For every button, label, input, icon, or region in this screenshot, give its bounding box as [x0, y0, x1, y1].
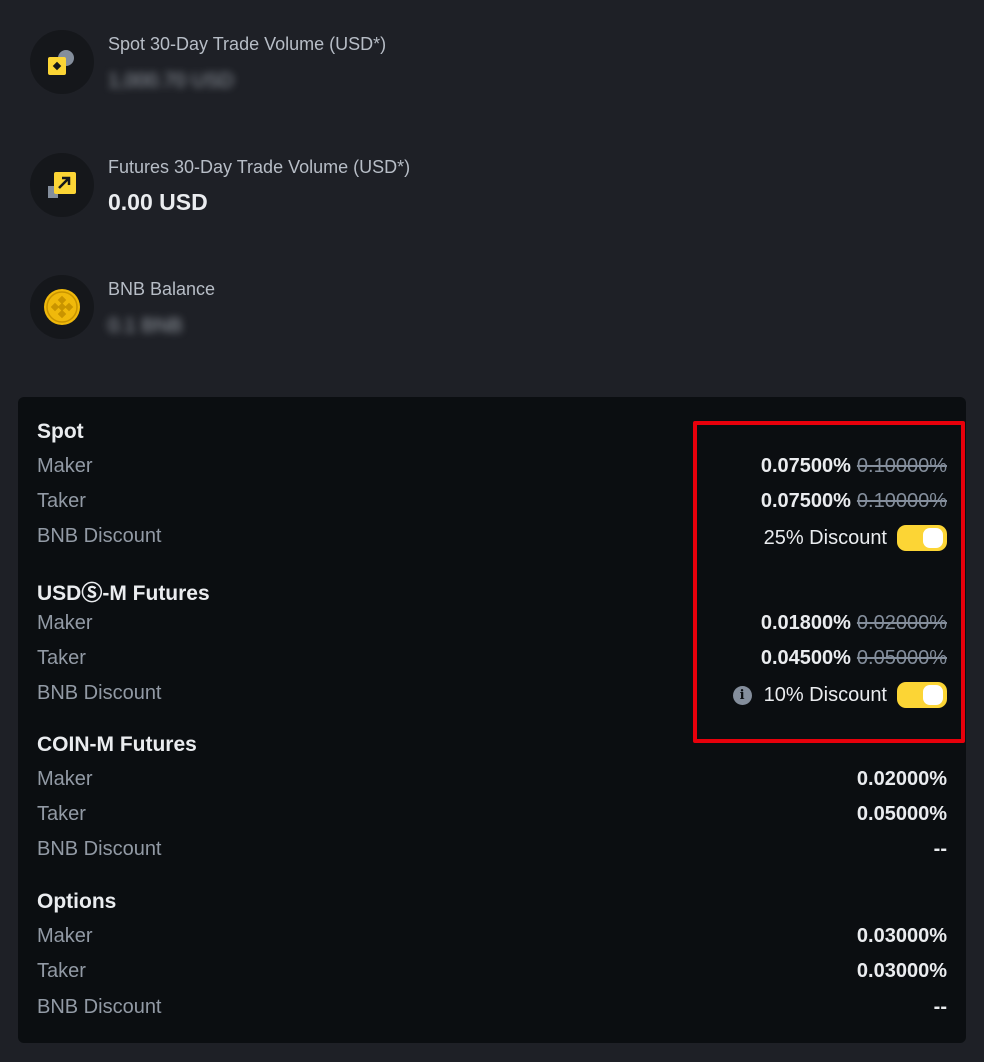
bnb-balance-label: BNB Balance: [108, 279, 216, 299]
fee-rates-panel: Spot Maker 0.07500% 0.10000% Taker 0.075…: [18, 397, 966, 1043]
spot-taker-rate: 0.07500%: [760, 490, 851, 512]
futures-volume-label: Futures 30-Day Trade Volume (USD*): [108, 157, 411, 177]
row-label: Maker: [37, 455, 93, 477]
row-label: BNB Discount: [37, 996, 162, 1018]
spot-maker-rate: 0.07500%: [760, 455, 851, 477]
coinm-maker-row: Maker 0.02000%: [37, 765, 947, 795]
spot-bnb-discount-value: 25% Discount: [763, 526, 887, 549]
spot-maker-original-rate: 0.10000%: [856, 455, 947, 477]
coinm-maker-rate: 0.02000%: [856, 768, 947, 790]
spot-volume-stat: Spot 30-Day Trade Volume (USD*) 1,000.70…: [30, 30, 630, 100]
row-label: Maker: [37, 925, 93, 947]
futures-volume-stat: Futures 30-Day Trade Volume (USD*) 0.00 …: [30, 153, 630, 223]
usdm-maker-rate: 0.01800%: [760, 612, 851, 634]
spot-taker-row: Taker 0.07500% 0.10000%: [37, 487, 947, 517]
spot-bnb-discount-row: BNB Discount 25% Discount: [37, 522, 947, 552]
info-icon[interactable]: i: [732, 685, 752, 705]
spot-volume-value: 1,000.70 USD: [108, 70, 234, 92]
options-bnb-discount-value: --: [933, 996, 947, 1018]
row-label: BNB Discount: [37, 682, 162, 704]
row-label: Taker: [37, 490, 86, 512]
section-title-options: Options: [37, 890, 117, 913]
usdm-maker-row: Maker 0.01800% 0.02000%: [37, 609, 947, 639]
row-label: Maker: [37, 768, 93, 790]
spot-volume-icon: [30, 30, 94, 94]
usdm-bnb-discount-row: BNB Discount i 10% Discount: [37, 679, 947, 709]
row-label: Taker: [37, 960, 86, 982]
options-bnb-discount-row: BNB Discount --: [37, 993, 947, 1023]
usdm-taker-row: Taker 0.04500% 0.05000%: [37, 644, 947, 674]
usdm-bnb-discount-value: 10% Discount: [763, 683, 887, 706]
row-label: Taker: [37, 803, 86, 825]
usdm-taker-original-rate: 0.05000%: [856, 647, 947, 669]
spot-maker-row: Maker 0.07500% 0.10000%: [37, 452, 947, 482]
options-maker-rate: 0.03000%: [856, 925, 947, 947]
futures-volume-value: 0.00 USD: [108, 189, 208, 215]
row-label: Taker: [37, 647, 86, 669]
bnb-icon: [30, 275, 94, 339]
spot-bnb-discount-toggle[interactable]: [897, 525, 947, 551]
coinm-bnb-discount-row: BNB Discount --: [37, 835, 947, 865]
coinm-taker-row: Taker 0.05000%: [37, 800, 947, 830]
futures-volume-icon: [30, 153, 94, 217]
coinm-bnb-discount-value: --: [933, 838, 947, 860]
section-title-spot: Spot: [37, 420, 84, 443]
row-label: BNB Discount: [37, 525, 162, 547]
bnb-balance-value: 0.1 BNB: [108, 315, 183, 337]
usdm-bnb-discount-toggle[interactable]: [897, 682, 947, 708]
section-title-usdm-futures: USDⓈ-M Futures: [37, 582, 210, 605]
options-taker-row: Taker 0.03000%: [37, 957, 947, 987]
spot-volume-label: Spot 30-Day Trade Volume (USD*): [108, 34, 387, 54]
options-maker-row: Maker 0.03000%: [37, 922, 947, 952]
row-label: BNB Discount: [37, 838, 162, 860]
bnb-balance-stat: BNB Balance 0.1 BNB: [30, 275, 630, 345]
toggle-knob: [923, 528, 943, 548]
toggle-knob: [923, 685, 943, 705]
row-label: Maker: [37, 612, 93, 634]
spot-taker-original-rate: 0.10000%: [856, 490, 947, 512]
usdm-maker-original-rate: 0.02000%: [856, 612, 947, 634]
section-title-coinm-futures: COIN-M Futures: [37, 733, 197, 756]
usdm-taker-rate: 0.04500%: [760, 647, 851, 669]
coinm-taker-rate: 0.05000%: [856, 803, 947, 825]
options-taker-rate: 0.03000%: [856, 960, 947, 982]
